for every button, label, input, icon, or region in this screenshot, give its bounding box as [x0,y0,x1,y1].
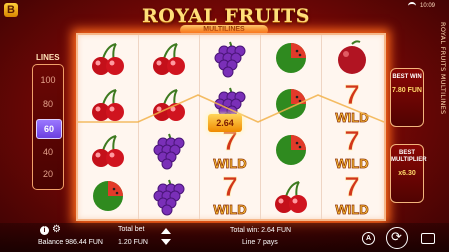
lines-label: LINES [36,53,60,62]
balance-label: Balance [38,239,64,246]
footer-bar [0,223,449,252]
best-win-label: BEST WIN [392,74,422,80]
lines-option-80[interactable]: 80 [36,95,60,113]
best-multiplier-label: BEST MULTIPLIER [391,150,427,163]
bet-increase-icon[interactable] [161,228,171,234]
balance-display: Balance 986.44 FUN [38,239,103,246]
brand-logo: B [4,3,18,17]
total-bet-label: Total bet [118,226,145,233]
best-win-panel: BEST WIN 7.80 FUN [390,68,424,127]
best-win-value: 7.80 FUN [392,87,422,94]
info-icon[interactable]: i [40,226,49,235]
lines-option-100[interactable]: 100 [36,71,60,89]
best-multiplier-panel: BEST MULTIPLIER x6.30 [390,144,427,203]
total-bet-value: 1.20 FUN [118,239,148,246]
lines-selector: 100 80 60 40 20 [32,64,64,190]
bet-decrease-icon[interactable] [161,239,171,245]
clock: 10:09 [419,2,435,9]
lines-option-20[interactable]: 20 [36,165,60,183]
game-title: ROYAL FRUITS [141,5,310,27]
spin-arrows-icon: ⟳ [391,229,402,244]
autoplay-button[interactable]: A [362,232,375,245]
lines-option-60[interactable]: 60 [36,119,62,139]
win-amount-badge: 2.64 [208,114,242,132]
game-title-vertical: ROYAL FRUITS MULTILINES [439,22,447,115]
spin-button[interactable]: ⟳ [386,227,408,249]
lines-option-40[interactable]: 40 [36,143,60,161]
status-bar: 10:09 [407,2,435,9]
best-multiplier-value: x6.30 [398,170,416,177]
total-win: Total win: 2.64 FUN [230,227,292,234]
balance-value: 986.44 FUN [65,239,103,246]
quick-spin-icon[interactable] [421,233,435,244]
gear-icon[interactable]: ⚙ [52,225,61,235]
wifi-icon [407,2,416,9]
line-pays: Line 7 pays [242,239,278,246]
